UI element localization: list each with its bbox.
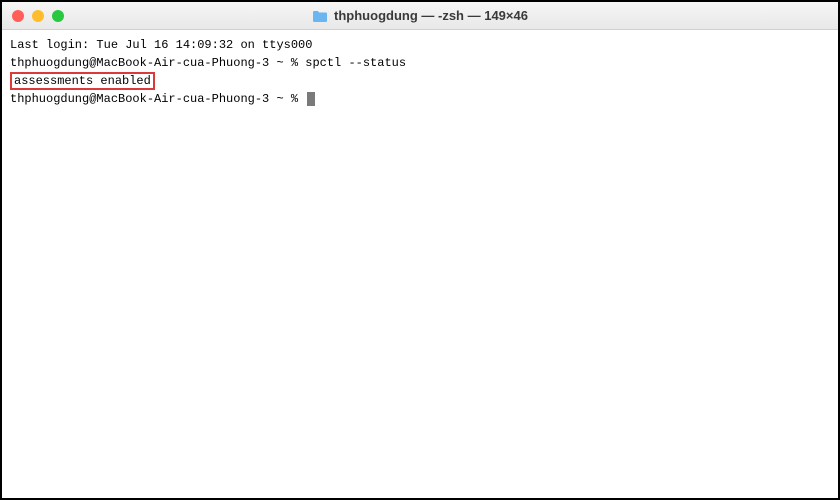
folder-icon <box>312 10 328 22</box>
window-title-wrapper: thphuogdung — -zsh — 149×46 <box>312 8 528 23</box>
window-title: thphuogdung — -zsh — 149×46 <box>334 8 528 23</box>
prompt-2: thphuogdung@MacBook-Air-cua-Phuong-3 ~ % <box>10 92 305 106</box>
traffic-lights <box>12 10 64 22</box>
minimize-button[interactable] <box>32 10 44 22</box>
prompt-line-1: thphuogdung@MacBook-Air-cua-Phuong-3 ~ %… <box>10 54 830 72</box>
command-1: spctl --status <box>305 56 406 70</box>
maximize-button[interactable] <box>52 10 64 22</box>
prompt-line-2: thphuogdung@MacBook-Air-cua-Phuong-3 ~ % <box>10 90 830 108</box>
close-button[interactable] <box>12 10 24 22</box>
window-titlebar: thphuogdung — -zsh — 149×46 <box>2 2 838 30</box>
prompt-1: thphuogdung@MacBook-Air-cua-Phuong-3 ~ % <box>10 56 305 70</box>
terminal-content[interactable]: Last login: Tue Jul 16 14:09:32 on ttys0… <box>2 30 838 498</box>
cursor <box>307 92 315 106</box>
output-line-1: assessments enabled <box>10 72 830 90</box>
output-highlight: assessments enabled <box>10 72 155 90</box>
last-login-line: Last login: Tue Jul 16 14:09:32 on ttys0… <box>10 36 830 54</box>
